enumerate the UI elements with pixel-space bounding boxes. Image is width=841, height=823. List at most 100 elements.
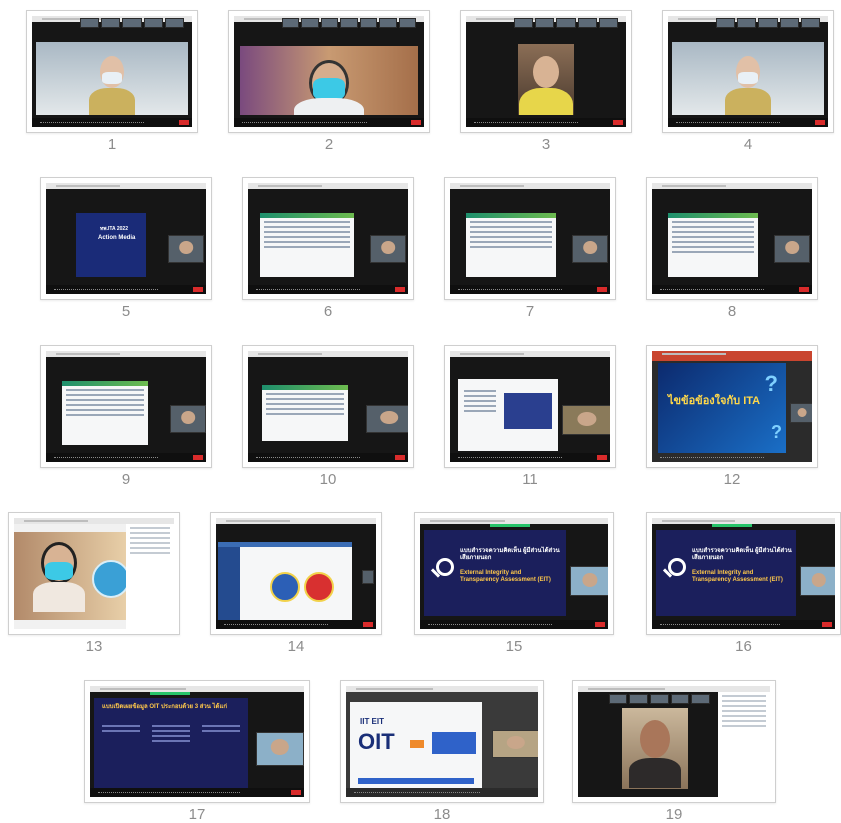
video-call-screenshot: [14, 518, 174, 629]
end-call-button: [411, 120, 421, 125]
slide-big-text: OIT: [358, 729, 395, 754]
end-call-button: [595, 622, 605, 627]
video-call-screenshot: IIT EIT OIT: [346, 686, 538, 797]
slide-table: [262, 385, 348, 441]
speaker-video: [370, 235, 406, 263]
end-call-button: [193, 455, 203, 460]
arrow-right-icon: [410, 740, 424, 748]
thumbnail-17[interactable]: แบบเปิดเผยข้อมูล OIT ประกอบด้วย 3 ส่วน ไ…: [84, 680, 310, 823]
participant-video: [36, 42, 188, 115]
thumbnail-2[interactable]: 2: [228, 10, 430, 153]
video-call-screenshot: [248, 351, 408, 462]
end-call-button: [179, 120, 189, 125]
slide-title: ไขข้อข้องใจกับ ITA: [668, 395, 761, 407]
video-call-screenshot: [652, 183, 812, 294]
thumbnail-9[interactable]: 9: [40, 345, 212, 488]
thumbnail-number: 16: [735, 638, 752, 655]
thumbnail-number: 14: [287, 638, 305, 655]
thumbnail-number: 8: [727, 303, 737, 320]
thumbnail-number: 10: [319, 471, 337, 488]
slide-line1: ทพ.ITA 2022: [100, 226, 128, 232]
speaker-video: [800, 566, 835, 596]
video-call-screenshot: แบบสำรวจความคิดเห็น ผู้มีส่วนได้ส่วนเสีย…: [420, 518, 608, 629]
thumbnail-number: 5: [121, 303, 131, 320]
video-call-screenshot: ทพ.ITA 2022 Action Media: [46, 183, 206, 294]
video-call-screenshot: [216, 518, 376, 629]
thumbnail-number: 3: [541, 136, 551, 153]
slide-document: [458, 379, 558, 451]
video-call-screenshot: [668, 16, 828, 127]
video-call-screenshot: แบบสำรวจความคิดเห็น ผู้มีส่วนได้ส่วนเสีย…: [652, 518, 835, 629]
thumbnail-14[interactable]: 14: [210, 512, 382, 655]
video-call-screenshot: [32, 16, 192, 127]
speaker-video: [256, 732, 304, 766]
chat-panel: [126, 524, 174, 629]
speaker-video: [492, 730, 538, 758]
thumbnail-19[interactable]: 19: [572, 680, 776, 823]
thumbnail-7[interactable]: 7: [444, 177, 616, 320]
thumbnail-number: 9: [121, 471, 131, 488]
video-call-screenshot: [578, 686, 770, 797]
speaker-video: [562, 405, 610, 435]
speaker-video: [366, 405, 408, 433]
thumbnail-number: 13: [85, 638, 103, 655]
end-call-button: [597, 455, 607, 460]
thumbnail-1[interactable]: 1: [26, 10, 198, 153]
thumbnail-number: 15: [505, 638, 523, 655]
thumbnail-3[interactable]: 3: [460, 10, 632, 153]
video-call-screenshot: [466, 16, 626, 127]
thumbnail-16[interactable]: แบบสำรวจความคิดเห็น ผู้มีส่วนได้ส่วนเสีย…: [646, 512, 841, 655]
thumbnail-number: 7: [525, 303, 535, 320]
thumbnail-4[interactable]: 4: [662, 10, 834, 153]
question-mark-icon: ?: [771, 422, 782, 442]
thumbnail-number: 11: [522, 471, 538, 488]
slide-table: [62, 381, 148, 445]
slide-eit: แบบสำรวจความคิดเห็น ผู้มีส่วนได้ส่วนเสีย…: [656, 530, 796, 616]
speaker-video: [362, 570, 374, 584]
end-call-button: [815, 120, 825, 125]
thumbnail-5[interactable]: ทพ.ITA 2022 Action Media 5: [40, 177, 212, 320]
slide-thai-title: แบบสำรวจความคิดเห็น ผู้มีส่วนได้ส่วนเสีย…: [460, 548, 560, 561]
slide-eit: แบบสำรวจความคิดเห็น ผู้มีส่วนได้ส่วนเสีย…: [424, 530, 566, 616]
question-mark-icon: ?: [764, 371, 778, 396]
participant-video: [14, 532, 126, 620]
speaker-video: [570, 566, 608, 596]
participant-video: [622, 708, 688, 789]
slide-oit: แบบเปิดเผยข้อมูล OIT ประกอบด้วย 3 ส่วน ไ…: [94, 698, 248, 788]
thumbnail-12[interactable]: ไขข้อข้องใจกับ ITA ? ? 12: [646, 345, 818, 488]
cd-disc: [92, 560, 126, 598]
end-call-button: [799, 287, 809, 292]
thumbnail-13[interactable]: 13: [8, 512, 180, 655]
thumbnail-15[interactable]: แบบสำรวจความคิดเห็น ผู้มีส่วนได้ส่วนเสีย…: [414, 512, 614, 655]
thumbnail-number: 1: [107, 136, 117, 153]
participant-video: [240, 46, 418, 115]
thumbnail-number: 17: [188, 806, 206, 823]
video-call-screenshot: แบบเปิดเผยข้อมูล OIT ประกอบด้วย 3 ส่วน ไ…: [90, 686, 304, 797]
thumbnail-number: 4: [743, 136, 753, 153]
slide-english-title: External Integrity and Transparency Asse…: [460, 570, 551, 583]
video-call-screenshot: [248, 183, 408, 294]
slide-text: [466, 213, 556, 277]
slide-title: แบบเปิดเผยข้อมูล OIT ประกอบด้วย 3 ส่วน ไ…: [102, 704, 227, 710]
end-call-button: [291, 790, 301, 795]
speaker-video: [572, 235, 608, 263]
speaker-video: [774, 235, 810, 263]
thumbnail-10[interactable]: 10: [242, 345, 414, 488]
end-call-button: [613, 120, 623, 125]
end-call-button: [395, 287, 405, 292]
thumbnail-11[interactable]: 11: [444, 345, 616, 488]
thumbnail-number: 19: [665, 806, 683, 823]
thumbnail-18[interactable]: IIT EIT OIT 18: [340, 680, 544, 823]
end-call-button: [193, 287, 203, 292]
slide-oit-diagram: IIT EIT OIT: [350, 702, 482, 790]
thumbnail-number: 18: [433, 806, 451, 823]
thumbnail-8[interactable]: 8: [646, 177, 818, 320]
slide-ita: ไขข้อข้องใจกับ ITA ? ?: [658, 363, 786, 453]
slide-english-title: External Integrity and Transparency Asse…: [692, 570, 783, 583]
thumbnail-number: 2: [324, 136, 334, 153]
end-call-button: [597, 287, 607, 292]
thumbnail-6[interactable]: 6: [242, 177, 414, 320]
slide-action-media: ทพ.ITA 2022 Action Media: [76, 213, 146, 277]
video-call-screenshot: [450, 351, 610, 462]
slide-top-text: IIT EIT: [360, 717, 384, 726]
